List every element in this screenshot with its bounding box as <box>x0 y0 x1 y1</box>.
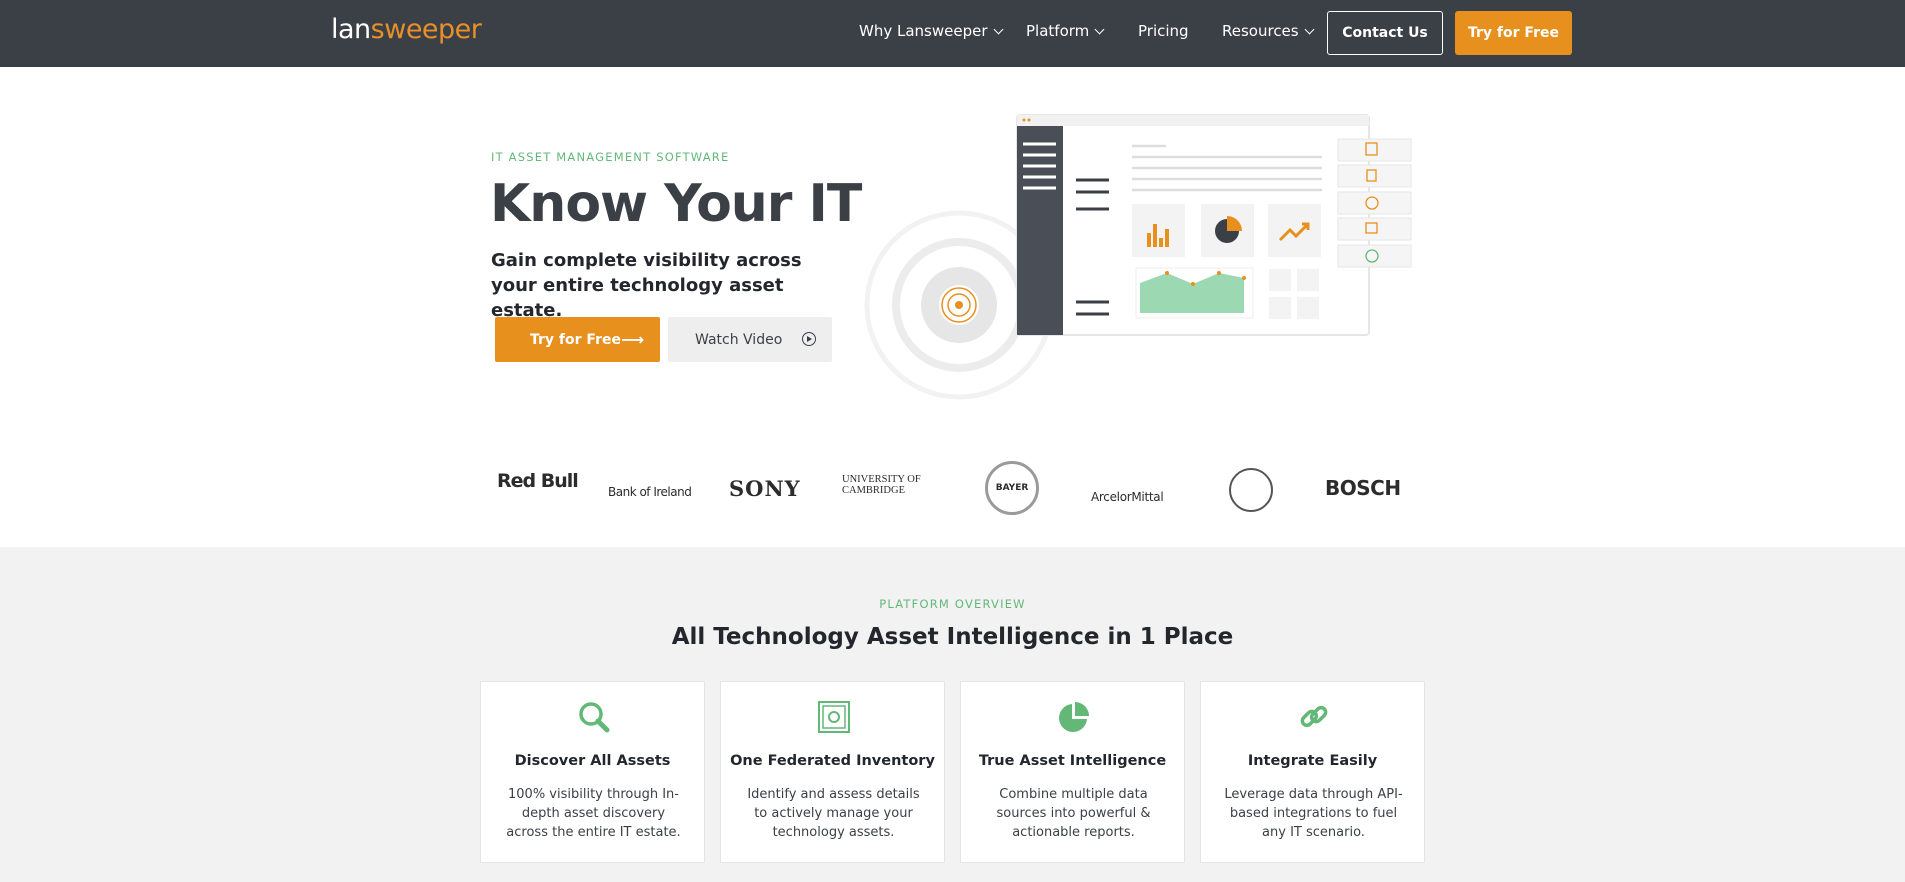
feature-card-intelligence[interactable]: True Asset Intelligence Combine multiple… <box>960 681 1185 863</box>
pie-chart-icon <box>1059 702 1089 732</box>
hero-title: Know Your IT <box>490 174 862 234</box>
feature-card-discover[interactable]: Discover All Assets 100% visibility thro… <box>480 681 705 863</box>
logo-bayer: BAYER <box>985 461 1039 515</box>
logo-arcelormittal: ArcelorMittal <box>1091 490 1164 504</box>
logo-university-of-cambridge: UNIVERSITY OF CAMBRIDGE <box>842 474 921 496</box>
play-icon <box>802 332 816 346</box>
top-navigation: lansweeper Why Lansweeper Platform Prici… <box>0 0 1905 67</box>
arrow-right-icon: ⟶ <box>621 330 644 349</box>
logo-red-bull: Red Bull <box>497 470 579 492</box>
platform-title: All Technology Asset Intelligence in 1 P… <box>671 624 1234 650</box>
link-icon <box>1300 705 1328 728</box>
chevron-down-icon <box>1094 24 1105 34</box>
logo-sony: SONY <box>729 476 801 501</box>
try-for-free-button[interactable]: Try for Free ⟶ <box>495 317 660 362</box>
hero-subtitle: Gain complete visibility across your ent… <box>491 250 802 321</box>
contact-us-button[interactable]: Contact Us <box>1327 11 1443 55</box>
discover-icon <box>579 702 610 733</box>
nav-item-platform[interactable]: Platform <box>1026 22 1105 40</box>
feature-card-integrate[interactable]: Integrate Easily Leverage data through A… <box>1200 681 1425 863</box>
chevron-down-icon <box>993 24 1003 34</box>
nav-item-why-lansweeper[interactable]: Why Lansweeper <box>859 22 1003 40</box>
customer-logos: Red Bull Bank of Ireland SONY UNIVERSITY… <box>490 460 1425 516</box>
platform-eyebrow: PLATFORM OVERVIEW <box>879 597 1026 611</box>
feature-card-inventory[interactable]: One Federated Inventory Identify and ass… <box>720 681 945 863</box>
inventory-safe-icon <box>818 701 850 733</box>
nav-item-resources[interactable]: Resources <box>1222 22 1315 40</box>
watch-video-button[interactable]: Watch Video <box>668 317 832 362</box>
logo-bank-of-ireland: Bank of Ireland <box>608 485 692 499</box>
try-for-free-nav-button[interactable]: Try for Free <box>1455 11 1572 55</box>
hero-eyebrow: IT ASSET MANAGEMENT SOFTWARE <box>491 150 730 164</box>
lansweeper-logo[interactable]: lansweeper <box>331 14 482 45</box>
logo-bosch: BOSCH <box>1325 476 1401 500</box>
hero-dashboard-illustration <box>864 114 1412 400</box>
chevron-down-icon <box>1304 24 1315 34</box>
nav-item-pricing[interactable]: Pricing <box>1138 22 1189 40</box>
logo-city-seal <box>1229 468 1273 512</box>
